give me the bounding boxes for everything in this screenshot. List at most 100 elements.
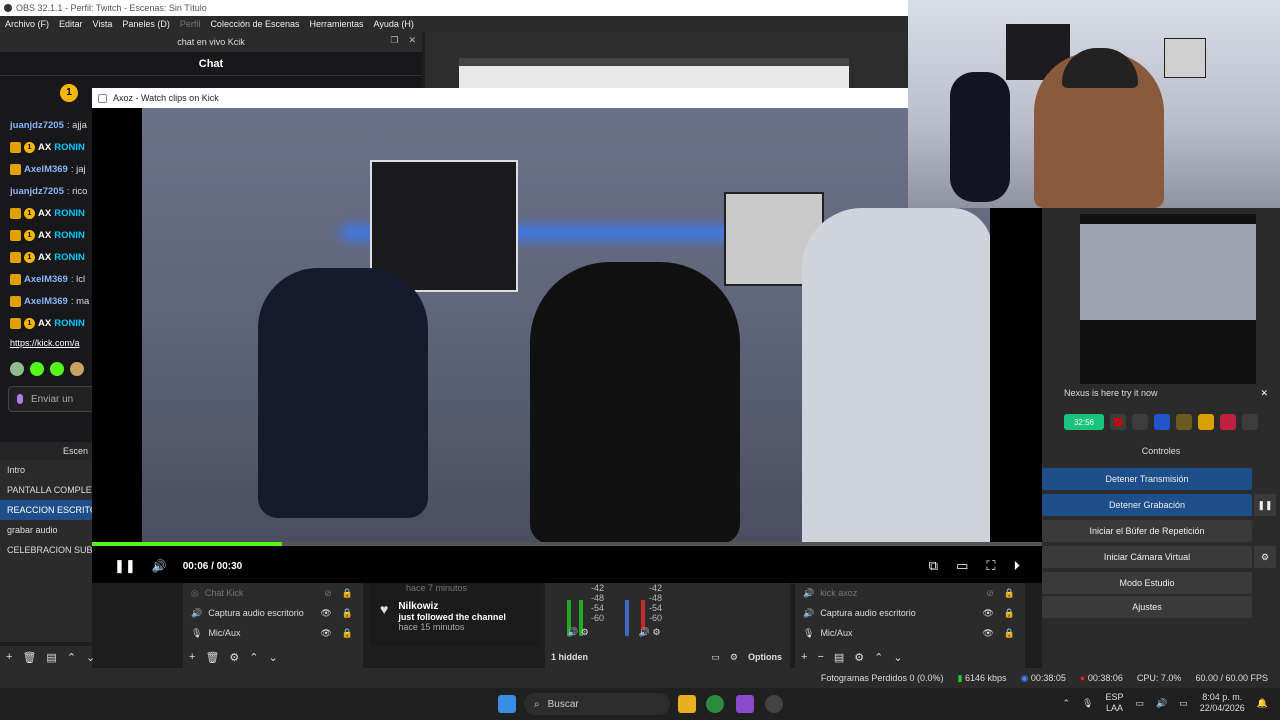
language-indicator[interactable]: ESP LAA bbox=[1105, 692, 1123, 714]
gear-icon[interactable] bbox=[1198, 414, 1214, 430]
gear-icon[interactable]: ⚙ bbox=[229, 651, 239, 664]
volume-icon[interactable]: 🔊 ⚙ bbox=[567, 627, 589, 638]
mic-icon[interactable]: 🎙 bbox=[1082, 698, 1093, 709]
chat-username[interactable]: RONIN bbox=[54, 230, 85, 241]
app-icon[interactable] bbox=[736, 695, 754, 713]
menu-editar[interactable]: Editar bbox=[59, 19, 83, 29]
scene-item[interactable]: grabar audio bbox=[0, 520, 92, 540]
scene-item[interactable]: REACCION ESCRITOR bbox=[0, 500, 92, 520]
camera-icon[interactable] bbox=[1176, 414, 1192, 430]
source-row[interactable]: 🔊 kick axoz ⊘ 🔒 bbox=[795, 583, 1025, 603]
source-row[interactable]: 🎙 Mic/Aux 👁 🔒 bbox=[183, 623, 363, 643]
chat-username[interactable]: juanjdz7205 bbox=[10, 186, 64, 197]
pause-icon[interactable]: ❚❚ bbox=[1254, 494, 1276, 516]
close-icon[interactable]: ✕ bbox=[1260, 388, 1268, 399]
windows-start-icon[interactable] bbox=[498, 695, 516, 713]
chat-username[interactable]: AxelM369 bbox=[24, 296, 68, 307]
menu-archivo[interactable]: Archivo (F) bbox=[5, 19, 49, 29]
lock-icon[interactable]: 🔒 bbox=[1004, 588, 1015, 599]
chrome-icon[interactable] bbox=[706, 695, 724, 713]
emote-icon[interactable] bbox=[10, 362, 24, 376]
eye-icon[interactable]: 👁 bbox=[320, 628, 331, 639]
settings-button[interactable]: Ajustes bbox=[1042, 596, 1252, 618]
virtual-camera-button[interactable]: Iniciar Cámara Virtual bbox=[1042, 546, 1252, 568]
sync-icon[interactable] bbox=[1154, 414, 1170, 430]
filter-icon[interactable]: ▤ bbox=[46, 651, 56, 664]
battery-icon[interactable]: ▭ bbox=[1179, 698, 1188, 709]
fullscreen-icon[interactable]: ⛶ bbox=[986, 558, 995, 574]
chevron-up-icon[interactable]: ⌃ bbox=[1062, 698, 1070, 709]
stop-stream-button[interactable]: Detener Transmisión bbox=[1042, 468, 1252, 490]
emote-icon[interactable] bbox=[70, 362, 84, 376]
live-timer[interactable]: 32:56 bbox=[1064, 414, 1104, 430]
mic-icon[interactable] bbox=[17, 394, 23, 404]
menu-herramientas[interactable]: Herramientas bbox=[310, 19, 364, 29]
eye-icon[interactable]: 👁 bbox=[982, 608, 993, 619]
taskbar-search[interactable]: ⌕ Buscar bbox=[524, 693, 670, 715]
emote-icon[interactable] bbox=[50, 362, 64, 376]
scene-item[interactable]: CELEBRACION SUB bbox=[0, 540, 92, 560]
menu-perfil[interactable]: Perfil bbox=[180, 19, 201, 29]
add-icon[interactable]: + bbox=[6, 651, 12, 663]
lock-icon[interactable]: 🔒 bbox=[1004, 608, 1015, 619]
pause-icon[interactable]: ❚❚ bbox=[114, 558, 136, 574]
eye-icon[interactable]: 👁 bbox=[982, 628, 993, 639]
menu-ayuda[interactable]: Ayuda (H) bbox=[374, 19, 414, 29]
options-button[interactable]: Options bbox=[748, 652, 782, 662]
clock[interactable]: 8:04 p. m. 22/04/2026 bbox=[1200, 692, 1245, 714]
layout-icon[interactable]: ▭ bbox=[711, 652, 720, 663]
lock-icon[interactable]: 🔒 bbox=[342, 628, 353, 639]
volume-icon[interactable]: 🔊 bbox=[152, 559, 167, 573]
eye-off-icon[interactable]: ⊘ bbox=[986, 588, 994, 599]
folder-icon[interactable] bbox=[678, 695, 696, 713]
heart-icon[interactable] bbox=[1220, 414, 1236, 430]
chat-username[interactable]: RONIN bbox=[54, 142, 85, 153]
trash-icon[interactable]: 🗑 bbox=[205, 651, 219, 664]
nexus-text[interactable]: Nexus is here try it now bbox=[1064, 388, 1158, 398]
chat-username[interactable]: AxelM369 bbox=[24, 164, 68, 175]
network-icon[interactable]: ▭ bbox=[1135, 698, 1144, 709]
add-icon[interactable]: + bbox=[189, 651, 195, 663]
source-row[interactable]: 🎙 Mic/Aux 👁 🔒 bbox=[795, 623, 1025, 643]
chat-username[interactable]: RONIN bbox=[54, 252, 85, 263]
chat-username[interactable]: RONIN bbox=[54, 208, 85, 219]
chat-username[interactable]: RONIN bbox=[54, 318, 85, 329]
volume-icon[interactable]: 🔊 ⚙ bbox=[639, 627, 661, 638]
gear-icon[interactable]: ⚙ bbox=[730, 652, 738, 663]
trash-icon[interactable]: 🗑 bbox=[22, 651, 36, 664]
lock-icon[interactable]: 🔒 bbox=[342, 588, 353, 599]
up-icon[interactable]: ⌃ bbox=[67, 651, 76, 664]
up-icon[interactable]: ⌃ bbox=[874, 651, 883, 664]
progress-bar[interactable] bbox=[92, 542, 1042, 546]
stop-recording-button[interactable]: Detener Grabación bbox=[1042, 494, 1252, 516]
chat-icon[interactable] bbox=[1242, 414, 1258, 430]
menu-paneles[interactable]: Paneles (D) bbox=[122, 19, 170, 29]
menu-vista[interactable]: Vista bbox=[93, 19, 113, 29]
source-row[interactable]: 🔊 Captura audio escritorio 👁 🔒 bbox=[795, 603, 1025, 623]
video-frame[interactable] bbox=[142, 108, 990, 544]
up-icon[interactable]: ⌃ bbox=[249, 651, 258, 664]
menu-coleccion[interactable]: Colección de Escenas bbox=[210, 19, 299, 29]
gear-icon[interactable]: ⚙ bbox=[854, 651, 864, 664]
eye-icon[interactable]: 👁 bbox=[320, 608, 331, 619]
gear-icon[interactable]: ⚙ bbox=[1254, 546, 1276, 568]
record-icon[interactable] bbox=[1110, 414, 1126, 430]
volume-icon[interactable]: 🔊 bbox=[1156, 698, 1167, 709]
remove-icon[interactable]: − bbox=[817, 651, 823, 663]
hidden-label[interactable]: 1 hidden bbox=[551, 652, 588, 662]
eye-off-icon[interactable]: ⊘ bbox=[324, 588, 332, 599]
float-icon[interactable]: ❐ bbox=[390, 35, 398, 46]
obs-icon[interactable] bbox=[765, 695, 783, 713]
source-row[interactable]: 🔊 Captura audio escritorio 👁 🔒 bbox=[183, 603, 363, 623]
speed-icon[interactable]: ⏵ bbox=[1014, 558, 1021, 574]
studio-mode-button[interactable]: Modo Estudio bbox=[1042, 572, 1252, 594]
down-icon[interactable]: ⌄ bbox=[893, 651, 902, 664]
square-icon[interactable] bbox=[1132, 414, 1148, 430]
close-icon[interactable]: ✕ bbox=[408, 35, 416, 46]
replay-buffer-button[interactable]: Iniciar el Búfer de Repetición bbox=[1042, 520, 1252, 542]
add-icon[interactable]: + bbox=[801, 651, 807, 663]
down-icon[interactable]: ⌄ bbox=[86, 651, 95, 664]
source-row[interactable]: ◎ Chat Kick ⊘ 🔒 bbox=[183, 583, 363, 603]
pip-icon[interactable]: ⧉ bbox=[929, 558, 938, 574]
chat-username[interactable]: juanjdz7205 bbox=[10, 120, 64, 131]
